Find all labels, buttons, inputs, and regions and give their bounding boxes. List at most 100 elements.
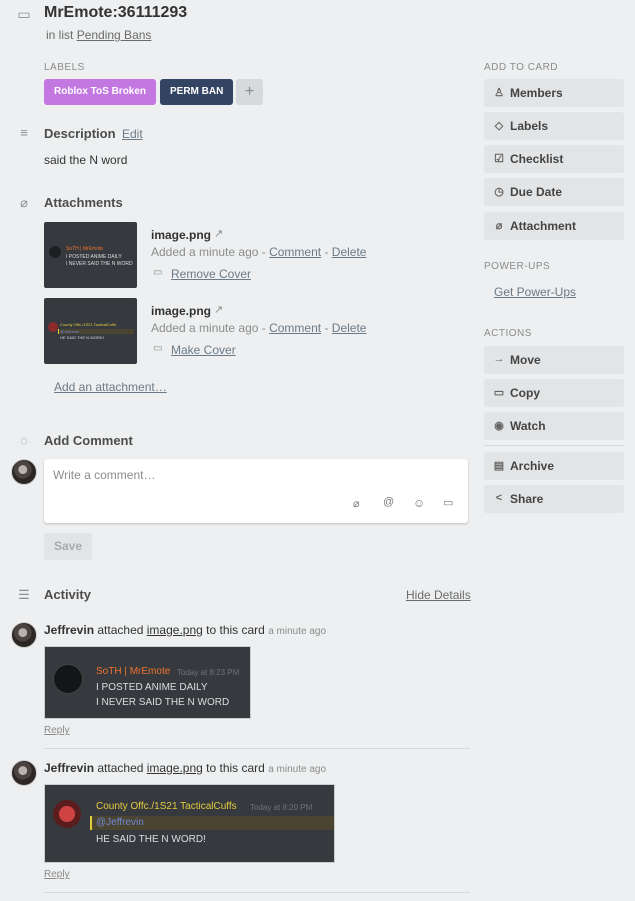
card-icon[interactable]: ▭ — [443, 496, 453, 509]
emoji-icon[interactable]: ☺ — [413, 496, 425, 510]
activity-image-preview[interactable]: County Offc./1S21 TacticalCuffs Today at… — [44, 784, 335, 863]
attachment-name[interactable]: image.png — [151, 228, 211, 242]
paperclip-icon[interactable]: ⌀ — [353, 497, 360, 510]
comment-icon: ◌ — [20, 433, 28, 448]
attachment-comment-link[interactable]: Comment — [269, 245, 321, 259]
comment-placeholder[interactable]: Write a comment… — [53, 468, 155, 482]
thumb-mention: @Jeffrevin — [60, 329, 80, 334]
add-to-card-caption: ADD TO CARD — [484, 62, 559, 73]
external-link-icon[interactable]: ↗ — [214, 227, 223, 240]
avatar — [53, 664, 83, 694]
due-date-button[interactable]: ◷ Due Date — [484, 178, 624, 206]
activity-time[interactable]: a minute ago — [268, 626, 326, 637]
actions-caption: ACTIONS — [484, 328, 532, 339]
labels-caption: LABELS — [44, 62, 85, 73]
divider — [44, 748, 470, 749]
arrow-right-icon: → — [493, 353, 505, 365]
cover-icon: ▭ — [153, 343, 163, 354]
add-comment-heading: Add Comment — [44, 433, 133, 448]
attachment-delete-link[interactable]: Delete — [332, 321, 367, 335]
reply-link[interactable]: Reply — [44, 725, 70, 736]
paperclip-icon: ⌀ — [20, 195, 28, 210]
preview-line: HE SAID THE N WORD! — [96, 834, 206, 845]
attachment-button[interactable]: ⌀ Attachment — [484, 212, 624, 240]
avatar — [53, 800, 81, 828]
tag-icon: ◇ — [494, 120, 504, 132]
list-name-link[interactable]: Pending Bans — [77, 28, 152, 42]
checklist-button[interactable]: ☑ Checklist — [484, 145, 624, 173]
clock-icon: ◷ — [494, 186, 504, 198]
attachment-meta: Added a minute ago - Comment - Delete — [151, 245, 367, 259]
preview-mention: @Jeffrevin — [96, 817, 144, 828]
attachment-meta: Added a minute ago - Comment - Delete — [151, 321, 367, 335]
description-text: said the N word — [44, 153, 128, 167]
share-icon: < — [495, 492, 503, 504]
thumb-author: SoTH | MrEmote — [66, 246, 104, 252]
avatar — [11, 622, 37, 648]
in-list-text: in list Pending Bans — [46, 28, 152, 42]
attachment-name[interactable]: image.png — [151, 304, 211, 318]
avatar — [48, 322, 58, 332]
person-icon: ♙ — [494, 87, 504, 99]
thumb-line: HE SAID THE N WORD! — [60, 335, 104, 340]
activity-time[interactable]: a minute ago — [268, 764, 326, 775]
add-label-button[interactable]: + — [236, 79, 263, 105]
activity-user[interactable]: Jeffrevin — [44, 623, 94, 637]
labels-button[interactable]: ◇ Labels — [484, 112, 624, 140]
avatar — [11, 459, 37, 485]
at-icon[interactable]: @ — [383, 496, 394, 508]
share-button[interactable]: < Share — [484, 485, 624, 513]
attachments-heading: Attachments — [44, 195, 123, 210]
reply-link[interactable]: Reply — [44, 869, 70, 880]
activity-image-preview[interactable]: SoTH | MrEmote Today at 8:23 PM I POSTED… — [44, 646, 251, 719]
divider — [44, 892, 470, 893]
preview-line: I POSTED ANIME DAILY — [96, 682, 208, 693]
activity-heading: Activity — [44, 587, 91, 602]
preview-author: SoTH | MrEmote — [96, 666, 171, 677]
card-icon: ▭ — [17, 6, 31, 22]
cover-icon: ▭ — [153, 267, 163, 278]
add-attachment-link[interactable]: Add an attachment… — [54, 380, 167, 394]
attachment-comment-link[interactable]: Comment — [269, 321, 321, 335]
label-roblox-tos-broken[interactable]: Roblox ToS Broken — [44, 79, 157, 105]
thumb-author: County Offc./1S21 TacticalCuffs — [60, 322, 117, 327]
hide-details-link[interactable]: Hide Details — [406, 588, 471, 602]
archive-button[interactable]: ▤ Archive — [484, 452, 624, 480]
attachment-thumbnail[interactable]: County Offc./1S21 TacticalCuffs @Jeffrev… — [44, 298, 137, 364]
save-button[interactable]: Save — [44, 533, 92, 560]
external-link-icon[interactable]: ↗ — [214, 303, 223, 316]
checklist-icon: ☑ — [494, 153, 504, 165]
preview-line: I NEVER SAID THE N WORD — [96, 697, 230, 708]
divider — [484, 445, 624, 446]
members-button[interactable]: ♙ Members — [484, 79, 624, 107]
card-title[interactable]: MrEmote:36111293 — [44, 4, 187, 22]
attachment-delete-link[interactable]: Delete — [332, 245, 367, 259]
activity-file-link[interactable]: image.png — [147, 761, 203, 775]
make-cover-link[interactable]: Make Cover — [171, 343, 236, 357]
move-button[interactable]: → Move — [484, 346, 624, 374]
paperclip-icon: ⌀ — [495, 220, 503, 232]
power-ups-caption: POWER-UPS — [484, 261, 551, 272]
comment-input-box[interactable]: Write a comment… ⌀ @ ☺ ▭ — [44, 459, 468, 523]
label-perm-ban[interactable]: PERM BAN — [160, 79, 234, 105]
description-edit-link[interactable]: Edit — [122, 127, 143, 141]
activity-entry-text: Jeffrevin attached image.png to this car… — [44, 623, 327, 637]
avatar — [11, 760, 37, 786]
attachment-thumbnail[interactable]: SoTH | MrEmote I POSTED ANIME DAILY I NE… — [44, 222, 137, 288]
remove-cover-link[interactable]: Remove Cover — [171, 267, 251, 281]
archive-icon: ▤ — [493, 460, 505, 472]
description-icon: ≡ — [20, 125, 28, 140]
thumb-line: I POSTED ANIME DAILY — [66, 254, 122, 260]
copy-button[interactable]: ▭ Copy — [484, 379, 624, 407]
preview-author: County Offc./1S21 TacticalCuffs — [96, 801, 237, 812]
activity-file-link[interactable]: image.png — [147, 623, 203, 637]
get-power-ups-link[interactable]: Get Power-Ups — [494, 285, 576, 299]
activity-icon: ☰ — [18, 587, 30, 602]
watch-button[interactable]: ◉ Watch — [484, 412, 624, 440]
activity-entry-text: Jeffrevin attached image.png to this car… — [44, 761, 327, 775]
preview-timestamp: Today at 8:20 PM — [250, 803, 313, 812]
thumb-line: I NEVER SAID THE N WORD — [66, 261, 133, 267]
avatar — [49, 246, 61, 258]
activity-user[interactable]: Jeffrevin — [44, 761, 94, 775]
eye-icon: ◉ — [494, 420, 504, 432]
